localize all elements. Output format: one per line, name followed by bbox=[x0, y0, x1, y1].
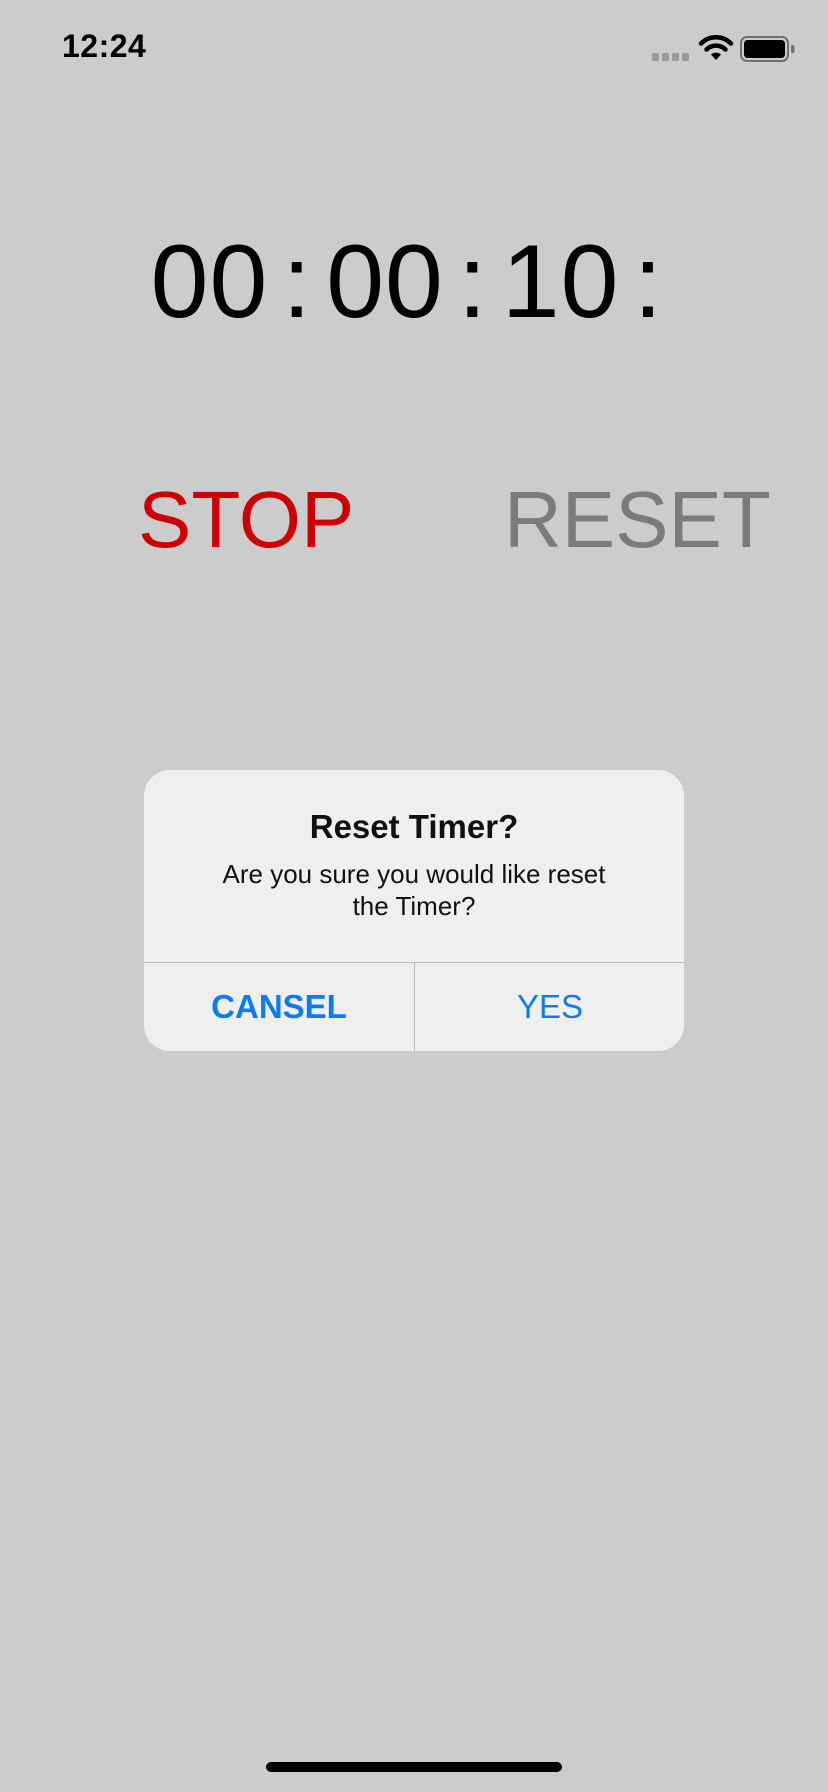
status-time: 12:24 bbox=[62, 28, 147, 64]
timer-separator: : bbox=[282, 224, 313, 340]
wifi-icon bbox=[698, 35, 734, 60]
timer-separator: : bbox=[633, 224, 664, 340]
timer-separator: : bbox=[457, 224, 488, 340]
status-bar: 12:24 bbox=[0, 0, 828, 100]
reset-alert-dialog: Reset Timer? Are you sure you would like… bbox=[144, 770, 684, 1051]
signal-icon bbox=[652, 53, 689, 61]
cancel-button[interactable]: CANSEL bbox=[144, 963, 414, 1051]
yes-button[interactable]: YES bbox=[415, 963, 684, 1051]
timer-hours: 00 bbox=[150, 224, 269, 340]
timer-minutes: 00 bbox=[326, 224, 444, 340]
alert-title: Reset Timer? bbox=[309, 808, 519, 845]
timer-display: 00:00:10: bbox=[0, 222, 828, 342]
home-indicator[interactable] bbox=[266, 1762, 562, 1772]
stop-button[interactable]: STOP bbox=[138, 470, 354, 570]
battery-icon bbox=[740, 36, 795, 62]
timer-seconds: 10 bbox=[501, 224, 620, 340]
reset-button[interactable]: RESET bbox=[504, 470, 771, 570]
alert-message: Are you sure you would like reset the Ti… bbox=[222, 859, 606, 921]
